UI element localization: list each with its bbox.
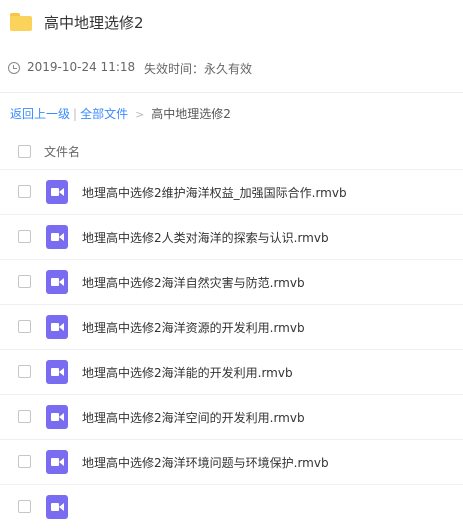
breadcrumb-arrow-icon: > [135, 108, 145, 121]
file-row[interactable]: 地理高中选修2海洋资源的开发利用.rmvb [0, 304, 463, 349]
file-row[interactable]: 地理高中选修2人类对海洋的探索与认识.rmvb [0, 214, 463, 259]
share-meta: 2019-10-24 11:18 失效时间：永久有效 [0, 55, 463, 83]
file-row[interactable]: 地理高中选修2海洋能的开发利用.rmvb [0, 349, 463, 394]
file-row[interactable]: 地理高中选修2海洋空间的开发利用.rmvb [0, 394, 463, 439]
video-file-icon [46, 405, 68, 429]
video-file-icon [46, 450, 68, 474]
video-file-icon [46, 225, 68, 249]
row-checkbox[interactable] [18, 500, 31, 513]
row-checkbox[interactable] [18, 365, 31, 378]
file-name[interactable]: 地理高中选修2维护海洋权益_加强国际合作.rmvb [82, 184, 347, 201]
video-file-icon [46, 270, 68, 294]
folder-icon [10, 13, 32, 31]
column-filename[interactable]: 文件名 [44, 143, 80, 160]
file-name[interactable]: 地理高中选修2海洋空间的开发利用.rmvb [82, 409, 305, 426]
file-name[interactable]: 地理高中选修2海洋能的开发利用.rmvb [82, 364, 293, 381]
row-checkbox[interactable] [18, 275, 31, 288]
file-name[interactable]: 地理高中选修2人类对海洋的探索与认识.rmvb [82, 229, 329, 246]
select-all-checkbox[interactable] [18, 145, 31, 158]
video-file-icon [46, 315, 68, 339]
share-header: 高中地理选修2 [0, 0, 463, 45]
file-row[interactable]: 地理高中选修2海洋环境问题与环境保护.rmvb [0, 439, 463, 484]
breadcrumb-separator: | [73, 107, 78, 121]
file-name[interactable]: 地理高中选修2海洋资源的开发利用.rmvb [82, 319, 305, 336]
breadcrumb-current: 高中地理选修2 [151, 107, 231, 121]
video-file-icon [46, 495, 68, 519]
file-row[interactable]: 地理高中选修2海洋自然灾害与防范.rmvb [0, 259, 463, 304]
row-checkbox[interactable] [18, 455, 31, 468]
file-row[interactable]: 地理高中选修2维护海洋权益_加强国际合作.rmvb [0, 169, 463, 214]
video-file-icon [46, 360, 68, 384]
file-list: 地理高中选修2维护海洋权益_加强国际合作.rmvb 地理高中选修2人类对海洋的探… [0, 169, 463, 529]
page-title: 高中地理选修2 [44, 14, 144, 32]
breadcrumb: 返回上一级 | 全部文件 > 高中地理选修2 [10, 105, 231, 122]
expiry-text: 失效时间：永久有效 [144, 62, 253, 76]
divider [0, 92, 463, 93]
file-row[interactable] [0, 484, 463, 529]
row-checkbox[interactable] [18, 320, 31, 333]
file-list-header: 文件名 [0, 135, 463, 169]
row-checkbox[interactable] [18, 410, 31, 423]
all-files-link[interactable]: 全部文件 [80, 107, 128, 121]
clock-icon [8, 62, 20, 74]
row-checkbox[interactable] [18, 185, 31, 198]
file-name[interactable]: 地理高中选修2海洋自然灾害与防范.rmvb [82, 274, 305, 291]
back-link[interactable]: 返回上一级 [10, 107, 70, 121]
share-datetime: 2019-10-24 11:18 [27, 60, 136, 74]
video-file-icon [46, 180, 68, 204]
file-name[interactable]: 地理高中选修2海洋环境问题与环境保护.rmvb [82, 454, 329, 471]
row-checkbox[interactable] [18, 230, 31, 243]
